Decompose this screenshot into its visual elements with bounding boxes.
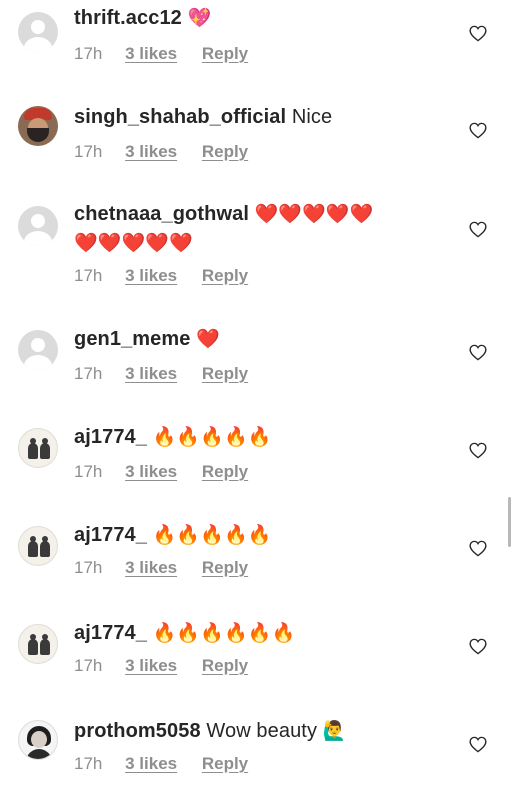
comment-meta: 17h 3 likes Reply [74,44,268,64]
heart-outline-icon[interactable] [469,638,487,655]
heart-outline-icon[interactable] [469,344,487,361]
avatar[interactable] [18,624,58,664]
reply-button[interactable]: Reply [202,558,248,577]
reply-button[interactable]: Reply [202,266,248,285]
comment-time: 17h [74,44,103,63]
likes-link[interactable]: 3 likes [125,44,177,63]
comment-username[interactable]: gen1_meme [74,328,191,350]
reply-button[interactable]: Reply [202,142,248,161]
heart-outline-icon[interactable] [469,442,487,459]
fire-icon: 🔥🔥🔥🔥🔥 [152,426,272,448]
comment-username[interactable]: chetnaaa_gothwal [74,203,249,225]
heart-outline-icon[interactable] [469,122,487,139]
comment-time: 17h [74,364,103,383]
avatar[interactable] [18,106,58,146]
comment-time: 17h [74,142,103,161]
red-heart-icon: ❤️ [196,328,220,350]
reply-button[interactable]: Reply [202,364,248,383]
comment-time: 17h [74,266,103,285]
likes-link[interactable]: 3 likes [125,142,177,161]
red-heart-icon: ❤️❤️❤️❤️❤️ [74,232,193,254]
comment-username[interactable]: aj1774_ [74,622,147,644]
comment-body: Wow beauty [206,720,318,742]
comment-meta: 17h 3 likes Reply [74,656,268,676]
comment-text: aj1774_ 🔥🔥🔥🔥🔥🔥 [74,619,457,648]
reply-button[interactable]: Reply [202,656,248,675]
avatar[interactable] [18,428,58,468]
comment-username[interactable]: aj1774_ [74,524,147,546]
likes-link[interactable]: 3 likes [125,462,177,481]
comment-meta: 17h 3 likes Reply [74,364,268,384]
comment-time: 17h [74,462,103,481]
comment-time: 17h [74,754,103,773]
heart-outline-icon[interactable] [469,736,487,753]
red-heart-icon: ❤️❤️❤️❤️❤️ [254,203,374,225]
avatar[interactable] [18,526,58,566]
scrollbar[interactable] [508,497,511,547]
comment-meta: 17h 3 likes Reply [74,754,268,774]
fire-icon: 🔥🔥🔥🔥🔥🔥 [152,622,296,644]
comment-username[interactable]: thrift.acc12 [74,7,182,29]
comment-time: 17h [74,656,103,675]
heart-outline-icon[interactable] [469,221,487,238]
likes-link[interactable]: 3 likes [125,558,177,577]
avatar[interactable] [18,206,58,246]
comment-meta: 17h 3 likes Reply [74,462,268,482]
reply-button[interactable]: Reply [202,462,248,481]
comment-text: aj1774_ 🔥🔥🔥🔥🔥 [74,521,457,550]
comment-username[interactable]: prothom5058 [74,720,201,742]
avatar[interactable] [18,12,58,52]
comment-meta: 17h 3 likes Reply [74,558,268,578]
comment-text: gen1_meme ❤️ [74,325,457,354]
comment-text: thrift.acc12 💖 [74,4,457,33]
comment-text: chetnaaa_gothwal ❤️❤️❤️❤️❤️ ❤️❤️❤️❤️❤️ [74,200,457,258]
comment-meta: 17h 3 likes Reply [74,142,268,162]
comment-body: Nice [291,106,333,128]
comment-time: 17h [74,558,103,577]
comment-username[interactable]: singh_shahab_official [74,106,286,128]
fire-icon: 🔥🔥🔥🔥🔥 [152,524,272,546]
avatar[interactable] [18,720,58,760]
sparkling-heart-icon: 💖 [187,7,212,29]
heart-outline-icon[interactable] [469,25,487,42]
reply-button[interactable]: Reply [202,44,248,63]
person-raising-hand-icon: 🙋‍♂️ [322,720,347,742]
comment-text: aj1774_ 🔥🔥🔥🔥🔥 [74,423,457,452]
likes-link[interactable]: 3 likes [125,364,177,383]
likes-link[interactable]: 3 likes [125,266,177,285]
comment-meta: 17h 3 likes Reply [74,266,268,286]
likes-link[interactable]: 3 likes [125,754,177,773]
comment-text: prothom5058 Wow beauty 🙋‍♂️ [74,717,457,746]
avatar[interactable] [18,330,58,370]
comment-username[interactable]: aj1774_ [74,426,147,448]
heart-outline-icon[interactable] [469,540,487,557]
comment-text: singh_shahab_official Nice [74,103,457,132]
likes-link[interactable]: 3 likes [125,656,177,675]
reply-button[interactable]: Reply [202,754,248,773]
